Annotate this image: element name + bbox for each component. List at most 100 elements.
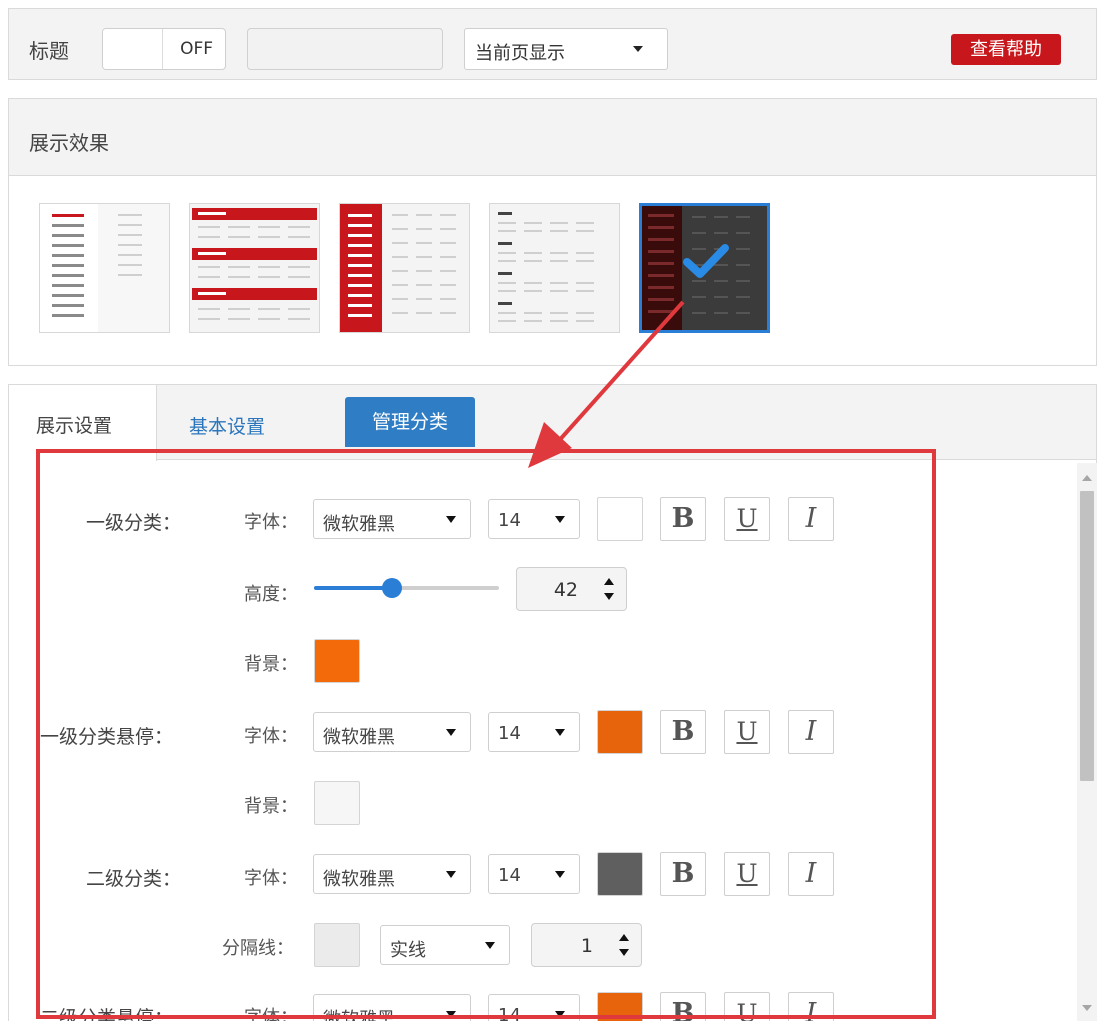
chevron-down-icon <box>555 1011 565 1018</box>
style-preview-3 <box>340 204 469 332</box>
level1-font-label: 字体： <box>244 512 298 533</box>
effect-header: 展示效果 <box>9 99 1096 176</box>
display-scope-select[interactable]: 当前页显示 <box>464 28 668 70</box>
level1-hover-text-color-swatch[interactable] <box>597 710 643 754</box>
level1-size-value: 14 <box>498 510 521 531</box>
level2-size-select[interactable]: 14 <box>488 854 580 894</box>
level1-hover-font-value: 微软雅黑 <box>323 727 395 748</box>
level2-italic-button[interactable]: I <box>788 852 834 896</box>
level1-size-select[interactable]: 14 <box>488 499 580 539</box>
title-label: 标题 <box>29 39 69 63</box>
divider-style-value: 实线 <box>390 940 426 961</box>
level1-font-select[interactable]: 微软雅黑 <box>313 499 471 539</box>
spin-up-icon[interactable] <box>604 578 614 585</box>
style-preview-4 <box>490 204 619 332</box>
display-scope-value: 当前页显示 <box>475 43 565 64</box>
height-slider-fill <box>314 586 392 590</box>
title-toggle[interactable]: OFF <box>102 28 226 70</box>
tab-display-label: 展示设置 <box>36 415 113 437</box>
chevron-down-icon <box>555 729 565 736</box>
display-effect-panel: 展示效果 <box>8 98 1097 366</box>
level2-font-value: 微软雅黑 <box>323 869 395 890</box>
level1-bg-label: 背景： <box>244 654 298 675</box>
level1-label: 一级分类： <box>86 512 182 534</box>
scroll-thumb[interactable] <box>1080 491 1094 781</box>
style-preview-2 <box>190 204 319 332</box>
toggle-knob[interactable] <box>103 29 163 69</box>
vertical-scrollbar[interactable] <box>1077 463 1097 1021</box>
level2-hover-bold-button[interactable]: B <box>660 992 706 1021</box>
scroll-down-icon[interactable] <box>1082 1005 1092 1011</box>
level2-bold-button[interactable]: B <box>660 852 706 896</box>
level1-hover-size-value: 14 <box>498 723 521 744</box>
settings-tabbar <box>9 385 1096 460</box>
level1-hover-size-select[interactable]: 14 <box>488 712 580 752</box>
height-slider-handle[interactable] <box>382 578 402 598</box>
level2-underline-button[interactable]: U <box>724 852 770 896</box>
level1-height-label: 高度： <box>244 584 298 605</box>
chevron-down-icon <box>446 729 456 736</box>
chevron-down-icon <box>446 516 456 523</box>
level2-hover-size-select[interactable]: 14 <box>488 994 580 1021</box>
level1-font-value: 微软雅黑 <box>323 514 395 535</box>
chevron-down-icon <box>446 871 456 878</box>
chevron-down-icon <box>633 46 643 52</box>
scroll-up-icon[interactable] <box>1082 475 1092 481</box>
style-thumb-1[interactable] <box>39 203 170 333</box>
tab-basic-settings[interactable]: 基本设置 <box>189 412 265 439</box>
level1-bold-button[interactable]: B <box>660 497 706 541</box>
divider-style-select[interactable]: 实线 <box>380 925 510 965</box>
divider-width-spinner[interactable]: 1 <box>531 923 642 967</box>
toggle-state-text: OFF <box>180 39 213 59</box>
tab-manage-categories[interactable]: 管理分类 <box>345 397 475 447</box>
height-spinner[interactable]: 42 <box>516 567 627 611</box>
level1-italic-button[interactable]: I <box>788 497 834 541</box>
style-thumb-3[interactable] <box>339 203 470 333</box>
effect-title: 展示效果 <box>29 131 109 155</box>
chevron-down-icon <box>446 1011 456 1018</box>
level1-hover-font-label: 字体： <box>244 726 298 747</box>
level2-font-select[interactable]: 微软雅黑 <box>313 854 471 894</box>
level2-size-value: 14 <box>498 865 521 886</box>
level2-hover-text-color-swatch[interactable] <box>597 992 643 1021</box>
level1-hover-bold-button[interactable]: B <box>660 710 706 754</box>
style-thumb-4[interactable] <box>489 203 620 333</box>
top-toolbar: 标题 OFF 当前页显示 查看帮助 <box>8 8 1097 80</box>
level2-hover-font-label: 字体： <box>244 1007 298 1021</box>
level1-text-color-swatch[interactable] <box>597 497 643 541</box>
level1-hover-bg-color-swatch[interactable] <box>314 781 360 825</box>
level2-divider-label: 分隔线： <box>222 938 294 959</box>
level1-hover-italic-button[interactable]: I <box>788 710 834 754</box>
level1-hover-underline-button[interactable]: U <box>724 710 770 754</box>
level2-hover-italic-button[interactable]: I <box>788 992 834 1021</box>
level1-bg-color-swatch[interactable] <box>314 639 360 683</box>
title-input[interactable] <box>247 28 443 70</box>
level1-hover-bg-label: 背景： <box>244 796 298 817</box>
spin-up-icon[interactable] <box>619 934 629 941</box>
style-thumb-2[interactable] <box>189 203 320 333</box>
chevron-down-icon <box>485 942 495 949</box>
spin-down-icon[interactable] <box>619 949 629 956</box>
level2-hover-underline-button[interactable]: U <box>724 992 770 1021</box>
help-button[interactable]: 查看帮助 <box>951 34 1061 65</box>
level2-divider-color-swatch[interactable] <box>314 923 360 967</box>
checkmark-icon <box>683 244 729 278</box>
level1-underline-button[interactable]: U <box>724 497 770 541</box>
style-thumb-5-selected[interactable] <box>639 203 770 333</box>
level1-hover-font-select[interactable]: 微软雅黑 <box>313 712 471 752</box>
level1-hover-label: 一级分类悬停： <box>40 726 174 748</box>
level2-font-label: 字体： <box>244 868 298 889</box>
chevron-down-icon <box>555 516 565 523</box>
style-preview-1 <box>40 204 169 332</box>
tab-display-settings[interactable]: 展示设置 <box>9 385 157 461</box>
height-value: 42 <box>553 579 578 601</box>
level2-label: 二级分类： <box>86 868 182 890</box>
level2-text-color-swatch[interactable] <box>597 852 643 896</box>
spin-down-icon[interactable] <box>604 593 614 600</box>
level2-hover-font-select[interactable]: 微软雅黑 <box>313 994 471 1021</box>
chevron-down-icon <box>555 871 565 878</box>
divider-width-value: 1 <box>580 935 593 957</box>
level2-hover-label: 二级分类悬停： <box>40 1007 174 1021</box>
level2-hover-font-value: 微软雅黑 <box>323 1009 395 1021</box>
level2-hover-size-value: 14 <box>498 1005 521 1021</box>
